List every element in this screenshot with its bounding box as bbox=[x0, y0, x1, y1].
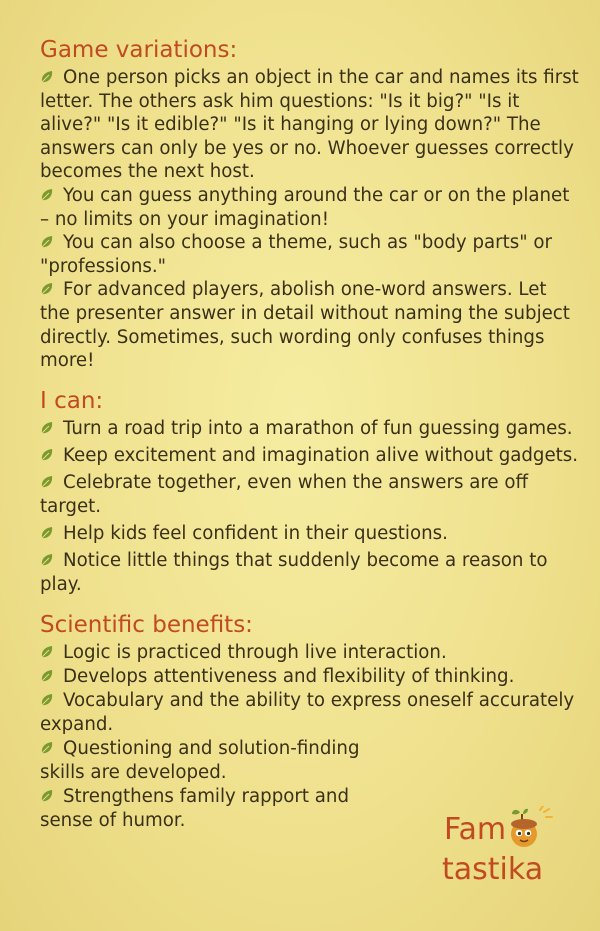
list-item: Strengthens family rapport and sense of … bbox=[40, 785, 350, 831]
list-item: One person picks an object in the car an… bbox=[40, 67, 579, 183]
leaf-icon bbox=[40, 448, 54, 462]
acorn-mascot-icon bbox=[510, 805, 558, 856]
logo-line-1: Fam bbox=[444, 812, 507, 847]
list-item: You can also choose a theme, such as "bo… bbox=[40, 232, 553, 277]
leaf-icon bbox=[40, 235, 54, 249]
leaf-icon bbox=[40, 475, 54, 489]
list-item: Help kids feel confident in their questi… bbox=[40, 522, 580, 546]
list-item: Celebrate together, even when the answer… bbox=[40, 471, 529, 517]
leaf-icon bbox=[40, 526, 54, 540]
list-item: Notice little things that suddenly becom… bbox=[40, 549, 548, 595]
list-item: Vocabulary and the ability to express on… bbox=[40, 689, 575, 735]
leaf-icon bbox=[40, 645, 54, 659]
content: Game variations: One person picks an obj… bbox=[40, 36, 580, 847]
section-heading: I can: bbox=[40, 387, 104, 414]
list-item: Keep excitement and imagination alive wi… bbox=[40, 444, 580, 468]
leaf-icon bbox=[40, 741, 54, 755]
list-item: Questioning and solution-finding skills … bbox=[40, 737, 360, 783]
leaf-icon bbox=[40, 282, 54, 296]
logo-line-2: tastika bbox=[442, 852, 544, 887]
list-item: Develops attentiveness and flexibility o… bbox=[40, 665, 580, 689]
leaf-icon bbox=[40, 421, 54, 435]
leaf-icon bbox=[40, 553, 54, 567]
list-item: Turn a road trip into a marathon of fun … bbox=[40, 417, 580, 441]
leaf-icon bbox=[40, 70, 54, 84]
section-heading: Scientific benefits: bbox=[40, 611, 253, 638]
list-item: For advanced players, abolish one-word a… bbox=[40, 279, 570, 372]
section-heading: Game variations: bbox=[40, 37, 238, 63]
section-i-can: I can: Turn a road trip into a marathon … bbox=[40, 387, 580, 597]
leaf-icon bbox=[40, 693, 54, 707]
famtastika-logo: Fam tastika bbox=[440, 805, 560, 896]
leaf-icon bbox=[40, 188, 54, 202]
list-item: You can guess anything around the car or… bbox=[40, 184, 570, 230]
leaf-icon bbox=[40, 669, 54, 683]
section-game-variations: Game variations: One person picks an obj… bbox=[40, 36, 580, 373]
list-item: Logic is practiced through live interact… bbox=[40, 641, 580, 665]
leaf-icon bbox=[40, 789, 54, 803]
section-scientific-benefits: Scientific benefits: Logic is practiced … bbox=[40, 611, 580, 833]
